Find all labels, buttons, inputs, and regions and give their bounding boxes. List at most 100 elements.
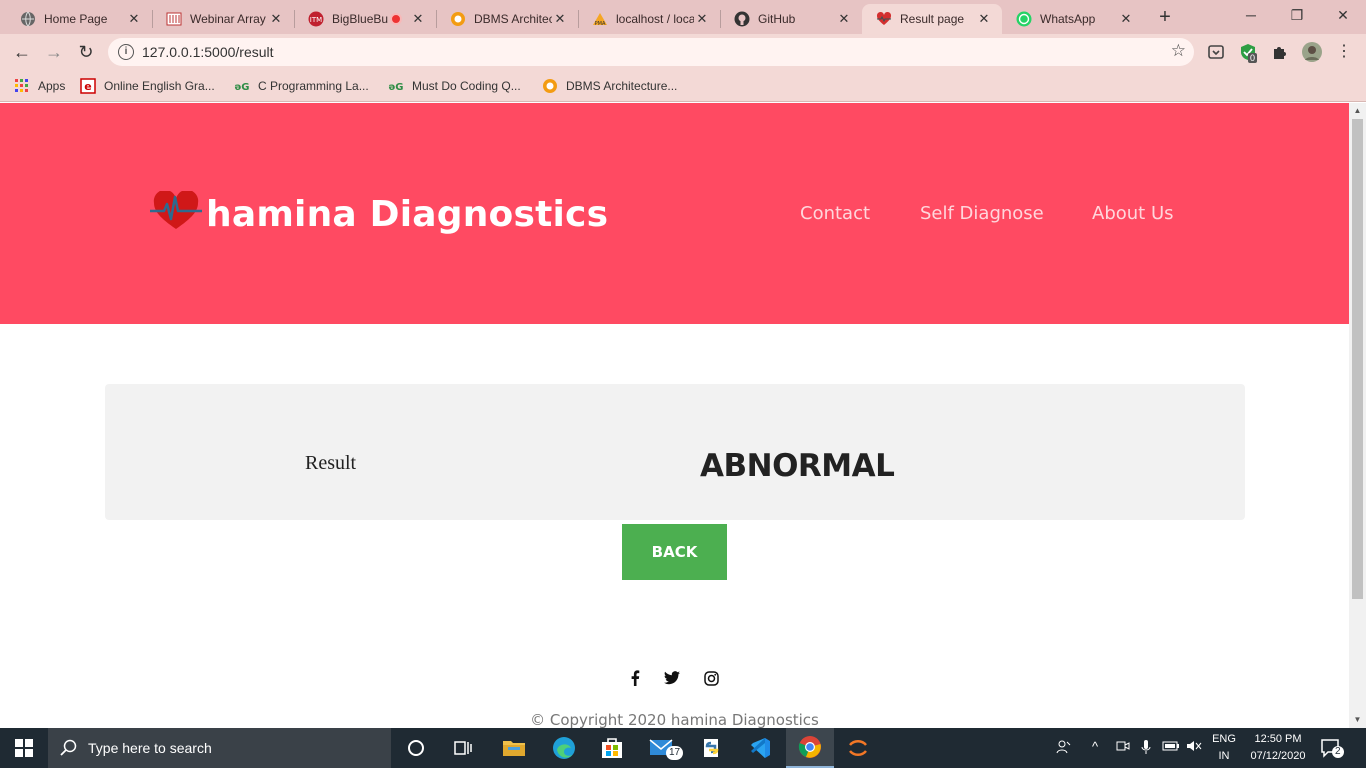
chevron-up-icon[interactable]: ^ [1092,739,1098,754]
instagram-icon[interactable] [702,669,720,687]
minimize-button[interactable]: ─ [1228,0,1274,30]
search-icon [60,739,78,762]
new-tab-button[interactable]: + [1152,6,1178,28]
back-button[interactable]: BACK [622,524,727,580]
battery-icon[interactable] [1162,739,1180,756]
windows-start-icon[interactable] [0,728,48,768]
taskbar-clock[interactable]: 12:50 PM 07/12/2020 [1246,731,1310,765]
bigbluebutton-icon: ITM [308,11,324,27]
chrome-icon[interactable] [786,728,834,768]
tab-title: Webinar Array [190,12,266,26]
github-icon [734,11,750,27]
tab-title: DBMS Architec [474,12,552,26]
close-icon[interactable]: ✕ [410,11,426,27]
tab-webinar[interactable]: Webinar Array ✕ [152,4,294,34]
language-indicator[interactable]: ENG IN [1208,731,1240,765]
tab-github[interactable]: GitHub ✕ [720,4,862,34]
svg-text:ǝG: ǝG [235,82,250,93]
mail-icon[interactable]: 17 [638,728,686,768]
close-icon[interactable]: ✕ [552,11,568,27]
maximize-button[interactable]: ❐ [1274,0,1320,30]
close-icon[interactable]: ✕ [1118,11,1134,27]
vscode-icon[interactable] [736,728,784,768]
site-header: hamina Diagnostics Contact Self Diagnose… [0,103,1349,324]
tab-home-page[interactable]: Home Page ✕ [6,4,152,34]
dbms-icon [450,11,466,27]
scroll-up-icon[interactable]: ▲ [1349,103,1366,119]
close-icon[interactable]: ✕ [126,11,142,27]
close-icon[interactable]: ✕ [268,11,284,27]
close-window-button[interactable]: ✕ [1320,0,1366,30]
tab-strip: Home Page ✕ Webinar Array ✕ ITM BigBlueB… [0,0,1366,34]
reload-icon[interactable]: ↻ [74,40,98,64]
tab-whatsapp[interactable]: WhatsApp ✕ [1002,4,1144,34]
tab-dbms[interactable]: DBMS Architec ✕ [436,4,578,34]
bookmark-english[interactable]: e Online English Gra... [80,76,215,96]
bookmarks-bar: Apps e Online English Gra... ǝG C Progra… [0,70,1366,102]
site-logo[interactable]: hamina Diagnostics [150,189,608,238]
python-idle-icon[interactable] [688,728,736,768]
file-explorer-icon[interactable] [490,728,538,768]
profile-avatar[interactable] [1302,42,1322,62]
scroll-down-icon[interactable]: ▼ [1349,712,1366,728]
twitter-icon[interactable] [663,669,681,687]
clock-time: 12:50 PM [1254,733,1302,745]
page-scrollbar[interactable]: ▲ ▼ [1349,103,1366,728]
menu-kebab-icon[interactable]: ⋮ [1332,40,1356,64]
tab-phpmyadmin[interactable]: PMA localhost / loca ✕ [578,4,720,34]
close-icon[interactable]: ✕ [694,11,710,27]
close-icon[interactable]: ✕ [976,11,992,27]
whatsapp-icon [1016,11,1032,27]
bookmark-must-do-coding[interactable]: ǝG Must Do Coding Q... [388,76,521,96]
svg-text:e: e [84,80,91,93]
nav-self-diagnose[interactable]: Self Diagnose [920,203,1044,224]
taskbar-search-input[interactable]: Type here to search [48,728,391,768]
volume-muted-icon[interactable] [1186,739,1202,756]
webinar-icon [166,11,182,27]
scrollbar-thumb[interactable] [1352,119,1363,599]
copyright-text: © Copyright 2020 hamina Diagnostics [530,711,819,728]
jupyter-icon[interactable] [834,728,882,768]
forward-arrow-icon[interactable]: → [42,40,66,64]
tab-bigbluebutton[interactable]: ITM BigBlueBu ✕ [294,4,436,34]
nav-about-us[interactable]: About Us [1092,203,1174,224]
nav-contact[interactable]: Contact [800,203,870,224]
heart-icon [876,11,892,27]
geeks-icon: ǝG [234,78,250,94]
meet-now-icon[interactable] [1116,739,1130,756]
info-icon[interactable]: i [118,44,134,60]
svg-text:ITM: ITM [310,16,322,24]
dbms-icon [542,78,558,94]
result-label: Result [305,452,357,474]
notification-center-icon[interactable]: 2 [1320,737,1344,764]
page-viewport: hamina Diagnostics Contact Self Diagnose… [0,103,1349,728]
people-icon[interactable] [1056,739,1072,758]
facebook-icon[interactable] [626,669,644,687]
region-code: IN [1218,750,1230,762]
bookmark-star-icon[interactable]: ☆ [1171,41,1186,61]
address-bar[interactable]: i 127.0.0.1:5000/result ☆ [108,38,1194,66]
bookmark-apps[interactable]: Apps [14,76,65,96]
recording-icon [390,13,402,25]
pocket-icon[interactable] [1206,42,1226,62]
english-icon: e [80,78,96,94]
puzzle-icon[interactable] [1270,42,1290,62]
cortana-icon[interactable] [392,728,440,768]
tab-title: Home Page [44,12,108,26]
bookmark-label: Online English Gra... [104,79,215,93]
microphone-icon[interactable] [1140,739,1152,758]
bookmark-c-programming[interactable]: ǝG C Programming La... [234,76,369,96]
bookmark-dbms[interactable]: DBMS Architecture... [542,76,677,96]
close-icon[interactable]: ✕ [836,11,852,27]
shield-extension-icon[interactable]: 0 [1238,42,1258,63]
tab-result-page[interactable]: Result page ✕ [862,4,1002,34]
task-view-icon[interactable] [440,728,488,768]
store-icon[interactable] [588,728,636,768]
search-placeholder: Type here to search [88,740,212,756]
edge-icon[interactable] [540,728,588,768]
extension-badge: 0 [1248,53,1258,63]
back-arrow-icon[interactable]: ← [10,40,34,64]
heartbeat-logo-icon [150,189,202,238]
result-value: ABNORMAL [700,448,895,484]
globe-icon [20,11,36,27]
